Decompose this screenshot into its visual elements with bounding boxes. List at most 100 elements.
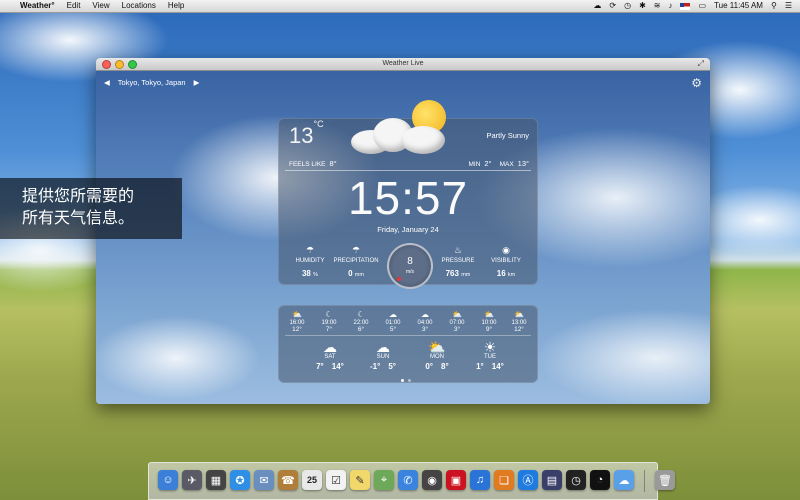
- itunes-icon[interactable]: ♫: [470, 470, 490, 490]
- messages-icon[interactable]: ✆: [398, 470, 418, 490]
- sun-cloud-icon: ⛅: [484, 310, 494, 319]
- pressure-icon: ♨: [453, 245, 463, 255]
- pressure-stat: ♨ PRESSURE 763 mm: [433, 245, 483, 278]
- daily-item: ⛅ MON 0° 8°: [408, 340, 466, 371]
- forecast-card: ⛅ 16:00 12° ☾ 19:00 7° ☾ 22:00 6° ☁ 01:00 5° ☁ 04…: [278, 305, 538, 383]
- promo-line-2: 所有天气信息。: [22, 208, 135, 227]
- contacts-icon[interactable]: ☎: [278, 470, 298, 490]
- humidity-stat: ☂ HUMIDITY 38 %: [285, 245, 335, 278]
- sun-cloud-icon: ⛅: [428, 339, 446, 355]
- day-high: 14°: [331, 362, 344, 371]
- clock-status-icon[interactable]: ◷: [624, 0, 631, 12]
- hourly-item: ☁ 01:00 5°: [377, 310, 409, 333]
- hourly-item: ⛅ 13:00 12°: [503, 310, 535, 333]
- hour-temp: 9°: [485, 326, 493, 333]
- sync-status-icon[interactable]: ⟳: [609, 0, 616, 12]
- launchpad-icon[interactable]: ✈: [182, 470, 202, 490]
- menu-help[interactable]: Help: [168, 0, 184, 12]
- trash-icon[interactable]: 🗑: [655, 470, 675, 490]
- sun-cloud-icon: ⛅: [514, 310, 524, 319]
- page-indicator[interactable]: [401, 379, 411, 382]
- ibooks-icon[interactable]: ❏: [494, 470, 514, 490]
- weather-status-icon[interactable]: ☁: [593, 0, 601, 12]
- sun-icon: ☀: [483, 339, 497, 355]
- dashboard-icon[interactable]: ◷: [566, 470, 586, 490]
- next-location-arrow-icon[interactable]: ▶: [194, 78, 200, 87]
- hourly-item: ⛅ 07:00 3°: [441, 310, 473, 333]
- notes-icon[interactable]: ✎: [350, 470, 370, 490]
- app-store-icon[interactable]: Ⓐ: [518, 470, 538, 490]
- humidity-label: HUMIDITY: [295, 258, 325, 264]
- max-value: 13°: [517, 159, 529, 168]
- menu-app-name[interactable]: Weather°: [20, 0, 55, 12]
- pressure-unit: mm: [461, 272, 471, 278]
- hour-temp: 7°: [325, 326, 333, 333]
- dock-separator: [644, 470, 645, 492]
- humidity-unit: %: [313, 272, 319, 278]
- photo-booth-icon[interactable]: ▣: [446, 470, 466, 490]
- cloud-illustration: [351, 116, 446, 154]
- hourly-item: ☾ 22:00 6°: [345, 310, 377, 333]
- precipitation-stat: ☂ PRECIPITATION 0 mm: [331, 245, 381, 278]
- precipitation-icon: ☂: [351, 245, 361, 255]
- feels-like-value: 8°: [329, 159, 337, 168]
- mail-icon[interactable]: ✉: [254, 470, 274, 490]
- wifi-icon[interactable]: ≋: [654, 0, 661, 12]
- menu-locations[interactable]: Locations: [122, 0, 156, 12]
- mission-control-icon[interactable]: ▦: [206, 470, 226, 490]
- min-label: MIN: [468, 161, 481, 168]
- menu-clock[interactable]: Tue 11:45 AM: [714, 0, 763, 12]
- menu-view[interactable]: View: [92, 0, 109, 12]
- finder-icon[interactable]: ☺: [158, 470, 178, 490]
- hourly-item: ⛅ 10:00 9°: [473, 310, 505, 333]
- volume-icon[interactable]: ♪: [668, 0, 672, 12]
- hourly-item: ☁ 04:00 3°: [409, 310, 441, 333]
- precipitation-value: 0: [348, 269, 353, 278]
- clock-app-icon[interactable]: ◔: [590, 470, 610, 490]
- visibility-value: 16: [496, 269, 506, 278]
- cloud-icon: ☁: [323, 339, 337, 355]
- page-dot-active[interactable]: [401, 379, 404, 382]
- day-high: 14°: [491, 362, 504, 371]
- close-button[interactable]: [102, 60, 111, 69]
- battery-icon[interactable]: ▭: [698, 0, 706, 12]
- sun-cloud-icon: ⛅: [292, 310, 302, 319]
- current-temperature: 13°C: [289, 119, 324, 149]
- max-label: MAX: [499, 161, 514, 168]
- calendar-icon[interactable]: 25: [302, 470, 322, 490]
- sun-cloud-icon: ⛅: [452, 310, 462, 319]
- wind-speed-unit: m/s: [405, 269, 415, 275]
- hourly-item: ⛅ 16:00 12°: [281, 310, 313, 333]
- location-switcher: ◀ Tokyo, Tokyo, Japan ▶: [104, 78, 199, 87]
- facetime-icon[interactable]: ◉: [422, 470, 442, 490]
- daily-item: ☁ SAT 7° 14°: [301, 340, 359, 371]
- menu-edit[interactable]: Edit: [67, 0, 81, 12]
- bluetooth-icon[interactable]: ✱: [639, 0, 646, 12]
- window-titlebar[interactable]: Weather Live ⤢: [96, 58, 710, 71]
- page-dot[interactable]: [408, 379, 411, 382]
- settings-gear-icon[interactable]: ⚙: [691, 76, 702, 90]
- day-name: TUE: [484, 354, 496, 360]
- spotlight-icon[interactable]: ⚲: [771, 0, 777, 12]
- humidity-icon: ☂: [305, 245, 315, 255]
- promo-line-1: 提供您所需要的: [22, 186, 135, 205]
- day-low: 0°: [425, 362, 433, 371]
- day-name: MON: [430, 354, 444, 360]
- minimize-button[interactable]: [115, 60, 124, 69]
- reminders-icon[interactable]: ☑: [326, 470, 346, 490]
- day-low: 1°: [476, 362, 484, 371]
- day-name: SUN: [376, 354, 390, 360]
- zoom-button[interactable]: [128, 60, 137, 69]
- feels-like-label: FEELS LIKE: [289, 161, 326, 168]
- safari-icon[interactable]: ✪: [230, 470, 250, 490]
- precipitation-unit: mm: [354, 272, 364, 278]
- preview-icon[interactable]: ▤: [542, 470, 562, 490]
- pressure-label: PRESSURE: [441, 258, 475, 264]
- hour-temp: 12°: [292, 326, 302, 333]
- previous-location-arrow-icon[interactable]: ◀: [104, 78, 110, 87]
- input-source-flag-icon[interactable]: [680, 2, 691, 10]
- notification-center-icon[interactable]: ☰: [785, 0, 792, 12]
- fullscreen-icon[interactable]: ⤢: [698, 58, 704, 70]
- maps-icon[interactable]: ⌖: [374, 470, 394, 490]
- weather-app-icon[interactable]: ☁: [614, 470, 634, 490]
